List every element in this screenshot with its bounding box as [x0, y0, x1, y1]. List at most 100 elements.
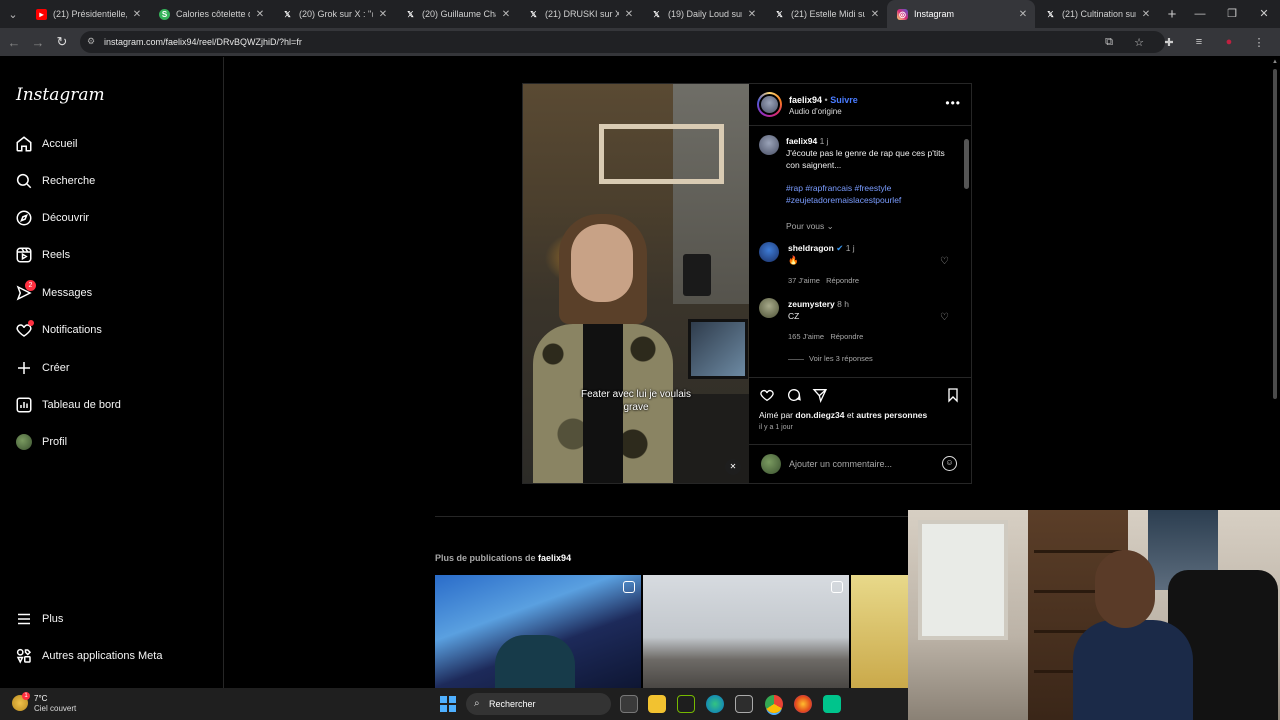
- comment-icon[interactable]: [786, 387, 802, 403]
- view-replies-button[interactable]: Voir les 3 réponses: [788, 354, 873, 363]
- weather-widget[interactable]: 1 7°C Ciel couvert: [10, 692, 120, 716]
- app-icon[interactable]: [823, 695, 841, 713]
- mute-icon[interactable]: ✕: [725, 459, 741, 475]
- share-icon[interactable]: [812, 387, 828, 403]
- more-options-icon[interactable]: •••: [945, 96, 961, 110]
- task-view-icon[interactable]: [620, 695, 638, 713]
- heart-icon: [12, 318, 36, 342]
- post-side-panel: faelix94 • Suivre Audio d'origine ••• fa…: [749, 84, 971, 483]
- comment-likes[interactable]: 165 J'aime: [788, 332, 824, 341]
- author-username[interactable]: faelix94: [789, 95, 822, 105]
- post-thumbnail[interactable]: [435, 575, 641, 688]
- for-you-dropdown[interactable]: Pour vous ⌄: [786, 220, 834, 232]
- kebab-menu-icon[interactable]: ⋮: [1244, 36, 1274, 49]
- commenter-avatar[interactable]: [759, 242, 779, 262]
- browser-tab[interactable]: 𝕏(20) Guillaume Cham✕: [395, 0, 518, 28]
- close-tab-icon[interactable]: ✕: [254, 9, 266, 20]
- close-tab-icon[interactable]: ✕: [500, 9, 512, 20]
- edge-icon[interactable]: [706, 695, 724, 713]
- sidebar-item-tableau-de-bord[interactable]: Tableau de bord: [12, 390, 212, 420]
- emoji-icon[interactable]: ☺: [942, 456, 957, 471]
- sidebar-item-reels[interactable]: Reels: [12, 240, 212, 270]
- sidebar-item-profil[interactable]: Profil: [12, 427, 212, 457]
- sidebar-item-notifications[interactable]: Notifications: [12, 315, 212, 345]
- sidebar-item-decouvrir[interactable]: Découvrir: [12, 203, 212, 233]
- sidebar-item-plus[interactable]: Plus: [12, 604, 212, 634]
- x-icon: 𝕏: [284, 9, 291, 19]
- reply-button[interactable]: Répondre: [830, 332, 863, 341]
- like-icon[interactable]: [759, 387, 775, 403]
- nvidia-icon[interactable]: [677, 695, 695, 713]
- extensions-icon[interactable]: ✚: [1154, 36, 1184, 49]
- reply-button[interactable]: Répondre: [826, 276, 859, 285]
- file-explorer-icon[interactable]: [648, 695, 666, 713]
- caption-hashtags[interactable]: #rap #rapfrancais #freestyle #zeujetador…: [786, 182, 946, 206]
- new-tab-button[interactable]: +: [1158, 6, 1186, 23]
- browser-tab[interactable]: 𝕏(19) Daily Loud sur X✕: [641, 0, 764, 28]
- save-icon[interactable]: [945, 387, 961, 403]
- taskbar-search[interactable]: ⌕ Rechercher: [466, 693, 611, 715]
- streamer: [1073, 550, 1193, 720]
- minimize-icon[interactable]: —: [1184, 0, 1216, 28]
- back-icon[interactable]: ←: [2, 35, 26, 50]
- comments-scrollbar[interactable]: [963, 129, 969, 376]
- windows-start-icon[interactable]: [440, 696, 456, 712]
- restore-icon[interactable]: ❐: [1216, 0, 1248, 28]
- sidebar-item-accueil[interactable]: Accueil: [12, 129, 212, 159]
- follow-button[interactable]: Suivre: [830, 95, 858, 105]
- forward-icon[interactable]: →: [26, 35, 50, 50]
- browser-tab[interactable]: SCalories côtelette d'a✕: [149, 0, 272, 28]
- store-icon[interactable]: [735, 695, 753, 713]
- temperature: 7°C: [34, 694, 48, 703]
- windows-taskbar: 1 7°C Ciel couvert ⌕ Rechercher: [0, 688, 908, 720]
- sidebar-item-recherche[interactable]: Recherche: [12, 166, 212, 196]
- site-icon: S: [159, 8, 170, 20]
- reel-video[interactable]: Feater avec lui je voulais grave ✕: [523, 84, 749, 483]
- close-window-icon[interactable]: ✕: [1248, 0, 1280, 28]
- browser-tab[interactable]: 𝕏(20) Grok sur X : "@ra✕: [272, 0, 395, 28]
- browser-tab-active[interactable]: ◎ Instagram ✕: [887, 0, 1035, 28]
- firefox-icon[interactable]: [794, 695, 812, 713]
- close-tab-icon[interactable]: ✕: [746, 9, 758, 20]
- browser-tab[interactable]: ▸(21) Présidentielle, bu✕: [26, 0, 149, 28]
- tab-search-icon[interactable]: ⌄: [0, 0, 26, 28]
- sidebar-item-creer[interactable]: Créer: [12, 353, 212, 383]
- close-tab-icon[interactable]: ✕: [1017, 9, 1029, 20]
- like-comment-icon[interactable]: ♡: [940, 313, 950, 323]
- close-tab-icon[interactable]: ✕: [377, 9, 389, 20]
- reload-icon[interactable]: ↻: [50, 34, 74, 50]
- search-icon: ⌕: [474, 698, 480, 709]
- close-tab-icon[interactable]: ✕: [623, 9, 635, 20]
- sidebar-item-meta-apps[interactable]: Autres applications Meta: [12, 641, 212, 671]
- profile-icon[interactable]: ●: [1214, 36, 1244, 48]
- room-window: [918, 520, 1008, 640]
- browser-tab[interactable]: 𝕏 (21) Estelle Midi sur ✕: [764, 0, 887, 28]
- commenter-avatar[interactable]: [759, 298, 779, 318]
- instagram-logo[interactable]: Instagram: [16, 85, 105, 105]
- post-thumbnail[interactable]: [851, 575, 910, 688]
- close-tab-icon[interactable]: ✕: [869, 9, 881, 20]
- sidebar-item-messages[interactable]: 2 Messages: [12, 278, 212, 308]
- like-comment-icon[interactable]: ♡: [940, 257, 950, 267]
- close-tab-icon[interactable]: ✕: [131, 9, 143, 20]
- post-thumbnail[interactable]: [643, 575, 849, 688]
- browser-tab[interactable]: 𝕏(21) DRUSKI sur X : "✕: [518, 0, 641, 28]
- comment-likes[interactable]: 37 J'aime: [788, 276, 820, 285]
- install-app-icon[interactable]: ⧉: [1094, 36, 1124, 49]
- close-tab-icon[interactable]: ✕: [1140, 9, 1152, 20]
- comments-panel[interactable]: faelix94 1 j J'écoute pas le genre de ra…: [749, 127, 971, 378]
- author-avatar[interactable]: [757, 92, 782, 117]
- address-bar[interactable]: ⚙ instagram.com/faelix94/reel/DRvBQWZjhi…: [80, 31, 1165, 53]
- site-info-icon[interactable]: ⚙: [87, 36, 98, 47]
- comment: zeumystery 8 h CZ: [788, 299, 849, 321]
- media-icon[interactable]: ≡: [1184, 36, 1214, 48]
- browser-tab[interactable]: 𝕏(21) Cultination sur X✕: [1035, 0, 1158, 28]
- comment-input[interactable]: Ajouter un commentaire...: [789, 459, 892, 469]
- audio-label[interactable]: Audio d'origine: [789, 107, 842, 116]
- video-subtitle: Feater avec lui je voulais grave: [580, 389, 692, 413]
- bookmark-star-icon[interactable]: ☆: [1124, 36, 1154, 49]
- chrome-icon[interactable]: [765, 695, 783, 713]
- home-icon: [12, 132, 36, 156]
- author-avatar[interactable]: [759, 135, 779, 155]
- liked-by: Aimé par don.diegz34 et autres personnes: [759, 410, 928, 420]
